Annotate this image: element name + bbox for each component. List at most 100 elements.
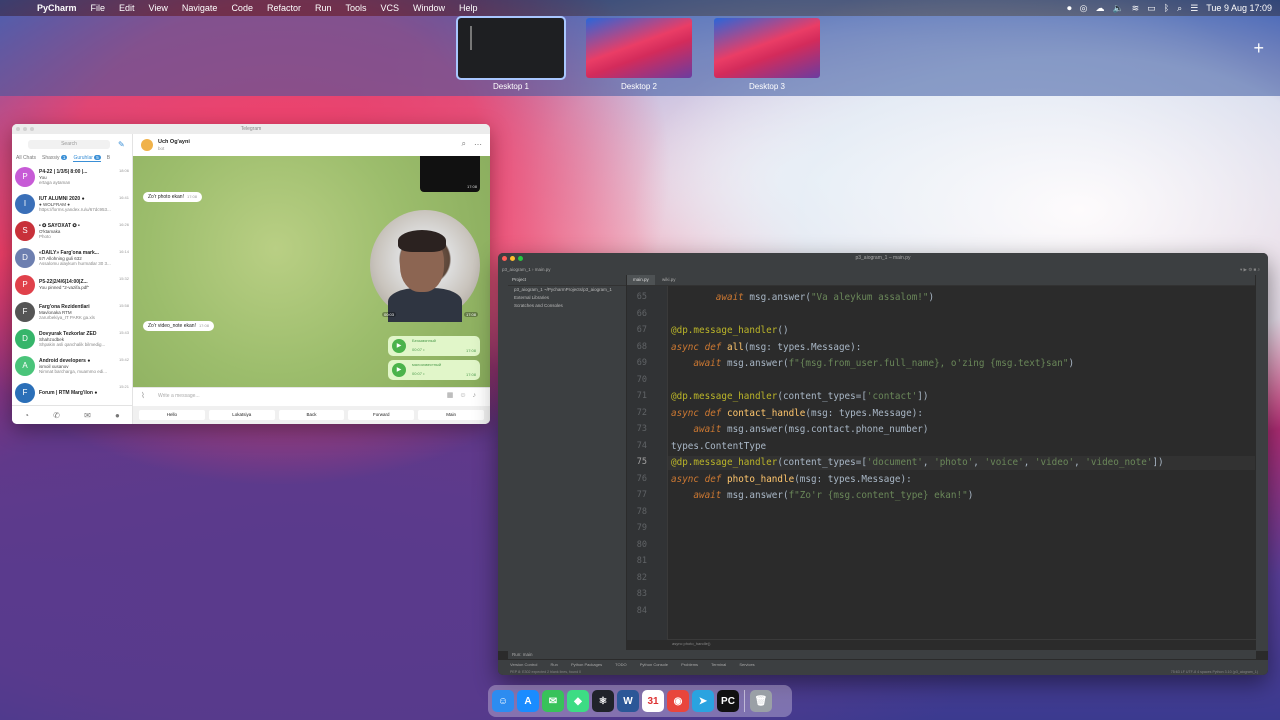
tool-terminal[interactable]: Terminal (711, 662, 726, 667)
dock-calendar-icon[interactable]: 31 (642, 690, 664, 712)
breadcrumb-file[interactable]: main.py (535, 267, 551, 272)
cloud-icon[interactable]: ☁ (1095, 3, 1104, 14)
editor-breadcrumb[interactable]: async photo_handle() (668, 639, 1256, 648)
menu-window[interactable]: Window (406, 3, 452, 13)
chat-list-item[interactable]: P P5-22|2/4/6|14:00|Z... You pinned "2-vaz… (12, 271, 132, 298)
code-line[interactable]: types.ContentType (671, 441, 766, 452)
tab-shaxsiy[interactable]: Shaxsiy 1 (42, 155, 68, 161)
dock-app-store-icon[interactable]: A (517, 690, 539, 712)
chat-search-input[interactable]: Search (28, 140, 110, 149)
menu-app-name[interactable]: PyCharm (30, 3, 84, 13)
message-input[interactable]: Write a message... (158, 393, 200, 399)
play-icon[interactable]: ▶ (392, 363, 406, 377)
control-center-icon[interactable]: ☰ (1190, 3, 1198, 14)
dock-word-icon[interactable]: W (617, 690, 639, 712)
tab-wiki-py[interactable]: wiki.py (656, 275, 682, 285)
code-line[interactable]: async def photo_handle(msg: types.Messag… (671, 474, 912, 485)
play-icon[interactable]: ▶ (392, 339, 406, 353)
clock[interactable]: Tue 9 Aug 17:09 (1206, 3, 1272, 13)
video-note[interactable] (370, 210, 480, 322)
chat-header[interactable]: Uch Og'ayni bot ⌕ ⋯ (133, 134, 490, 157)
kb-button-back[interactable]: Back (278, 410, 345, 420)
chat-list-item[interactable]: S • ✪ SAYOXAT ✪ • O'ktamaka Photo 16:26 (12, 217, 132, 244)
tree-item-project[interactable]: p3_aiogram_1 ~/PycharmProjects/p3_aiogra… (508, 286, 626, 294)
code-editor[interactable]: await msg.answer("Va aleykum assalom!") @… (668, 286, 1256, 640)
sync-icon[interactable]: ◎ (1080, 3, 1088, 14)
menu-navigate[interactable]: Navigate (175, 3, 225, 13)
message-bubble[interactable]: Zo'r photo ekan! 17:08 (143, 192, 202, 202)
add-desktop-icon[interactable]: + (1253, 38, 1264, 59)
desktop-1-thumbnail[interactable] (456, 16, 566, 80)
wifi-icon[interactable]: ≋ (1132, 3, 1140, 14)
code-line[interactable]: await msg.answer("Va aleykum assalom!") (671, 292, 934, 303)
dock-react-icon[interactable]: ⚛ (592, 690, 614, 712)
record-icon[interactable]: ⏺ (1067, 3, 1072, 14)
tool-todo[interactable]: TODO (615, 662, 626, 667)
chat-list-item[interactable]: F Farg'ona Rezidentlari Mavlonaka RTM zarur… (12, 298, 132, 325)
voice-message[interactable]: ▶ Безымянный 00:07 • 17:08 (388, 336, 480, 356)
code-line[interactable]: await msg.answer(f"{msg.from_user.full_n… (671, 358, 1074, 369)
code-line[interactable]: @dp.message_handler(content_types=['docu… (671, 457, 1164, 468)
menu-run[interactable]: Run (308, 3, 339, 13)
battery-icon[interactable]: ▭ (1147, 3, 1156, 14)
chat-list-item[interactable]: D «DAILY» Farg'ona mark... 57! Allohning g… (12, 244, 132, 271)
zoom-icon[interactable] (30, 127, 34, 131)
settings-avatar-icon[interactable]: ● (115, 411, 120, 420)
kb-button-hello[interactable]: Hello (139, 410, 205, 420)
code-line[interactable]: @dp.message_handler(content_types=['cont… (671, 391, 929, 402)
volume-icon[interactable]: 🔈 (1112, 3, 1123, 14)
menu-view[interactable]: View (142, 3, 175, 13)
attach-icon[interactable]: ⌇ (141, 391, 145, 400)
close-icon[interactable] (16, 127, 20, 131)
minimize-icon[interactable] (23, 127, 27, 131)
kb-button-lokatsiya[interactable]: Lokatsiya (208, 410, 275, 420)
chat-list-item[interactable]: F Forum | RTM Marg'ilon ● 15:21 (12, 379, 132, 406)
status-message[interactable]: PEP 8: E302 expected 2 blank lines, foun… (510, 670, 581, 674)
voice-message[interactable]: ▶ малоизвестный 00:07 • 17:08 (388, 360, 480, 380)
code-line[interactable]: @dp.message_handler() (671, 325, 789, 336)
calls-icon[interactable]: ✆ (53, 411, 60, 420)
tool-services[interactable]: Services (739, 662, 754, 667)
zoom-icon[interactable] (518, 256, 523, 261)
more-icon[interactable]: ⋯ (474, 140, 482, 149)
dock-chrome-icon[interactable]: ◉ (667, 690, 689, 712)
chat-list-item[interactable]: P P4-22 | 1/3/5| 8:00 |... You ertaga aytam… (12, 163, 132, 190)
code-line[interactable]: async def contact_handle(msg: types.Mess… (671, 408, 923, 419)
chat-list-item[interactable]: A Android developers ● ismoil xusanov Nimna… (12, 352, 132, 379)
desktop-2-thumbnail[interactable] (586, 18, 692, 78)
tab-guruhlar[interactable]: Guruhlar 5 (73, 154, 101, 162)
tool-python-console[interactable]: Python Console (640, 662, 668, 667)
menu-file[interactable]: File (84, 3, 113, 13)
kb-button-main[interactable]: Main (418, 410, 484, 420)
menu-help[interactable]: Help (452, 3, 485, 13)
code-line[interactable]: await msg.answer(f"Zo'r {msg.content_typ… (671, 490, 973, 501)
menu-refactor[interactable]: Refactor (260, 3, 308, 13)
code-line[interactable]: async def all(msg: types.Message): (671, 342, 861, 353)
dock-messages-icon[interactable]: ✉ (542, 690, 564, 712)
desktop-3-thumbnail[interactable] (714, 18, 820, 78)
breadcrumb-project[interactable]: p3_aiogram_1 (502, 267, 531, 272)
tool-version-control[interactable]: Version Control (510, 662, 537, 667)
compose-icon[interactable]: ✎ (118, 140, 126, 149)
menu-code[interactable]: Code (224, 3, 260, 13)
dock-pycharm-icon[interactable]: PC (717, 690, 739, 712)
chats-icon[interactable]: ✉ (84, 411, 91, 420)
run-config-tab[interactable]: main (523, 652, 533, 657)
close-icon[interactable] (502, 256, 507, 261)
search-icon[interactable]: ⌕ (1177, 3, 1182, 14)
tab-more[interactable]: B (107, 155, 110, 161)
dock-telegram-icon[interactable]: ➤ (692, 690, 714, 712)
tab-all-chats[interactable]: All Chats (16, 155, 36, 161)
menu-edit[interactable]: Edit (112, 3, 142, 13)
tool-python-packages[interactable]: Python Packages (571, 662, 602, 667)
run-toolbar-icons[interactable]: ▾ ▶ ⚙ ■ ⌕ (1240, 264, 1260, 275)
kb-button-forward[interactable]: Forward (348, 410, 415, 420)
dock-trash-icon[interactable]: 🗑 (750, 690, 772, 712)
tree-item-scratches[interactable]: Scratches and Consoles (508, 302, 626, 310)
contacts-icon[interactable]: ◔ (24, 411, 29, 420)
dock-finder-icon[interactable]: ☺ (492, 690, 514, 712)
chat-list-item[interactable]: D Dovyurak Tezkorlar ZED Shahzodbek Shpakin… (12, 325, 132, 352)
message-bubble[interactable]: Zo'r video_note ekan! 17:08 (143, 321, 214, 331)
tree-item-external-libraries[interactable]: External Libraries (508, 294, 626, 302)
tool-problems[interactable]: Problems (681, 662, 698, 667)
